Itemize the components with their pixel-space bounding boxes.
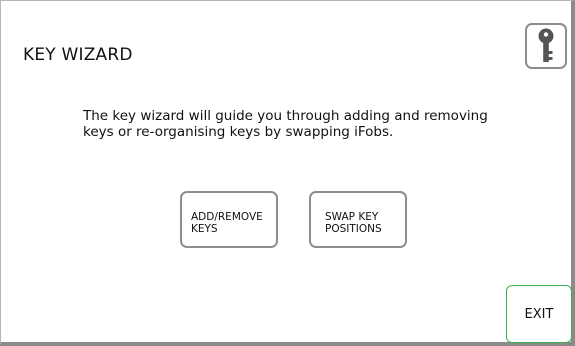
add-remove-keys-button[interactable]: ADD/REMOVE KEYS bbox=[180, 191, 278, 248]
intro-text: The key wizard will guide you through ad… bbox=[83, 108, 488, 140]
key-wizard-panel: KEY WIZARD The key wizard will guide you… bbox=[0, 0, 575, 346]
key-icon bbox=[538, 28, 554, 62]
exit-button[interactable]: EXIT bbox=[506, 285, 572, 343]
page-title: KEY WIZARD bbox=[23, 45, 133, 65]
key-button[interactable] bbox=[525, 23, 567, 69]
swap-key-positions-button[interactable]: SWAP KEY POSITIONS bbox=[309, 191, 407, 248]
